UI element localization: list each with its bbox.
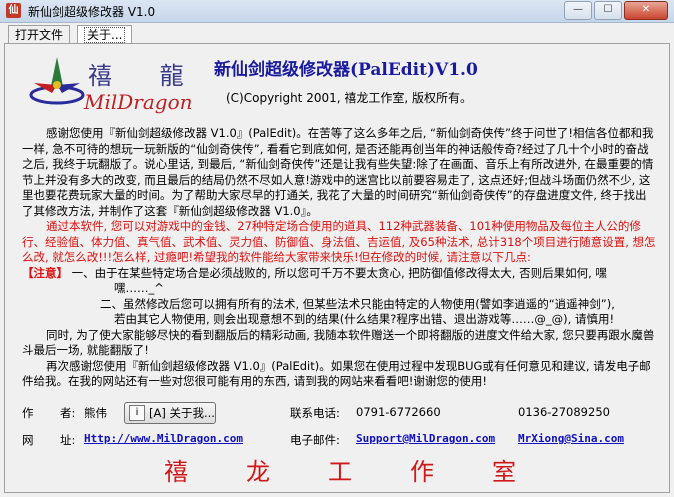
copyright-text: (C)Copyright 2001, 禧龙工作室, 版权所有。 — [226, 91, 472, 105]
window-title: 新仙剑超级修改器 V1.0 — [28, 5, 156, 19]
tab-about-label: 关于... — [84, 27, 126, 43]
website-link[interactable]: Http://www.MilDragon.com — [84, 432, 243, 445]
phone-label: 联系电话: — [290, 406, 340, 420]
tab-about[interactable]: 关于... — [77, 25, 133, 44]
logo-english-text: MilDragon — [84, 90, 193, 114]
dragon-logo-icon — [29, 57, 85, 105]
title-bar: 仙 新仙剑超级修改器 V1.0 — ☐ ✕ — [0, 0, 674, 23]
thanks-paragraph: 再次感谢您使用『新仙剑超级修改器 V1.0』(PalEdit)。如果您在使用过程… — [22, 358, 651, 389]
info-icon: i — [129, 405, 145, 421]
program-title: 新仙剑超级修改器(PalEdit)V1.0 — [214, 60, 478, 80]
logo-chinese-text: 禧 龍 — [88, 62, 204, 90]
intro-paragraph: 感谢您使用『新仙剑超级修改器 V1.0』(PalEdit)。在苦等了这么多年之后… — [22, 126, 654, 218]
site-label: 网 — [22, 433, 34, 447]
studio-name: 禧龙工作室 — [164, 458, 574, 486]
tab-open-file[interactable]: 打开文件 — [8, 25, 71, 44]
gift-paragraph: 同时, 为了使大家能够尽快的看到翻版后的精彩动画, 我随本软件赠送一个即将翻版的… — [22, 327, 655, 358]
note-2-cont: 若由其它人物使用, 则会出现意想不到的结果(什么结果?程序出错、退出游戏等……@… — [114, 312, 615, 326]
email-label: 电子邮件: — [290, 433, 340, 447]
support-email-link[interactable]: Support@MilDragon.com — [356, 432, 495, 445]
author-label: 作 — [22, 406, 34, 420]
features-paragraph: 通过本软件, 您可以对游戏中的金钱、27种特定场合使用的道具、112种武器装备、… — [22, 219, 656, 264]
window-controls: — ☐ ✕ — [564, 1, 668, 20]
author-name: 熊伟 — [84, 406, 107, 420]
close-button[interactable]: ✕ — [624, 1, 668, 20]
note-2: 二、虽然修改后您可以拥有所有的法术, 但某些法术只能由特定的人物使用(譬如李逍遥… — [100, 296, 615, 311]
phone-2: 0136-27089250 — [518, 405, 610, 419]
app-icon: 仙 — [6, 3, 21, 18]
about-me-button[interactable]: i [A] 关于我... — [124, 402, 216, 424]
phone-1: 0791-6772660 — [356, 405, 441, 419]
minimize-button[interactable]: — — [564, 1, 592, 20]
note-1-text: 一、由于在某些特定场合是必须战败的, 所以您可千万不要太贪心, 把防御值修改得太… — [71, 265, 607, 280]
personal-email-link[interactable]: MrXiong@Sina.com — [518, 432, 624, 445]
about-me-label: [A] 关于我... — [149, 406, 215, 420]
note-1-cont: 嘿……_^ — [114, 281, 164, 295]
site-label-2: 址: — [60, 433, 76, 447]
note-1: 【注意】 一、由于在某些特定场合是必须战败的, 所以您可千万不要太贪心, 把防御… — [22, 266, 656, 282]
note-label: 【注意】 — [22, 265, 68, 280]
maximize-button[interactable]: ☐ — [594, 1, 622, 20]
about-description: 感谢您使用『新仙剑超级修改器 V1.0』(PalEdit)。在苦等了这么多年之后… — [22, 126, 656, 390]
author-label-2: 者: — [60, 406, 76, 420]
